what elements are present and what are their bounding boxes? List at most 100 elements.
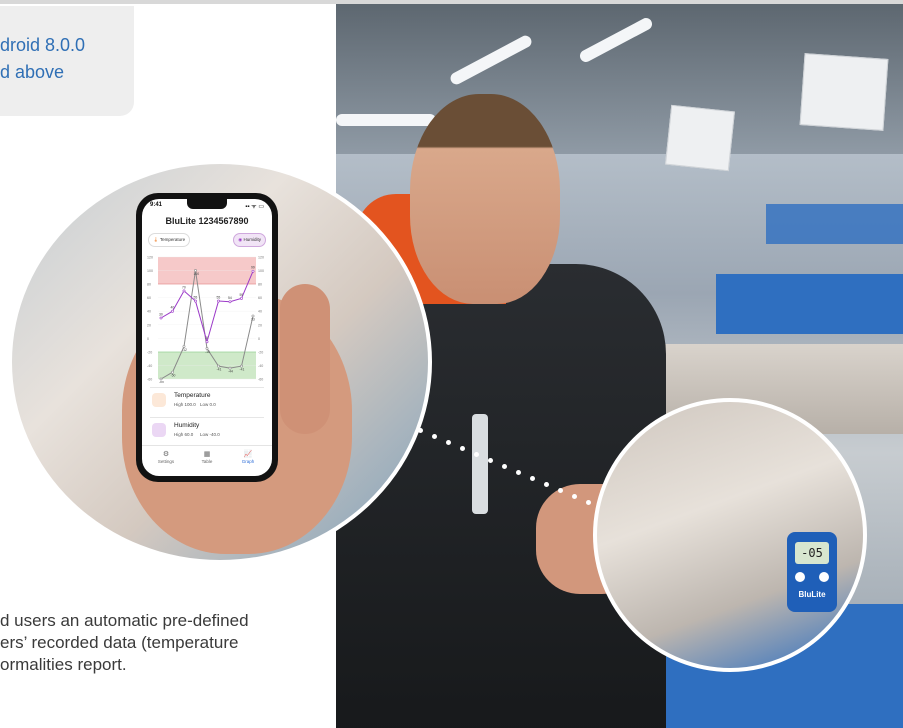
data-point: [194, 299, 197, 303]
data-label: 55: [194, 296, 198, 300]
man-head: [410, 94, 560, 304]
data-label: -12: [182, 348, 187, 352]
y-tick-label-left: 80: [147, 283, 151, 287]
y-tick-label-right: -40: [258, 364, 263, 368]
feature-description: d users an automatic pre-defined ers’ re…: [0, 610, 330, 676]
data-label: 100: [194, 272, 200, 276]
divider: [150, 387, 264, 388]
gear-icon: ⚙: [162, 451, 170, 458]
card-high: High 100.0: [174, 402, 196, 407]
temperature-card[interactable]: Temperature High 100.0 Low 0.0: [150, 391, 264, 417]
y-tick-label-left: 100: [147, 269, 153, 273]
hanging-sign: [665, 104, 735, 172]
data-label: 55: [217, 296, 221, 300]
tab-label: Settings: [157, 459, 175, 464]
y-tick-label-left: 20: [147, 323, 151, 327]
droplet-icon: [152, 423, 166, 437]
logger-closeup: -05 BluLite: [593, 398, 867, 672]
y-tick-label-left: -40: [147, 364, 152, 368]
data-label: -50: [171, 374, 176, 378]
phone-notch: [187, 199, 227, 209]
data-logger-device: -05 BluLite: [787, 532, 837, 612]
table-icon: ▦: [203, 451, 211, 458]
card-name: Temperature: [174, 392, 211, 399]
logger-display: -05: [795, 542, 829, 564]
jacket-zipper: [472, 414, 488, 514]
data-label: 99: [251, 266, 255, 270]
data-label: -44: [228, 370, 233, 374]
tab-settings[interactable]: ⚙ Settings: [146, 450, 186, 464]
card-low: Low 0.0: [200, 402, 216, 407]
app-title: BluLite 1234567890: [165, 216, 249, 226]
data-point: [182, 289, 186, 293]
card-name: Humidity: [174, 422, 200, 429]
graph-icon: 📈: [243, 451, 253, 458]
temperature-pill-label: Temperature: [159, 237, 186, 242]
y-tick-label-right: 40: [258, 310, 262, 314]
data-label: 59: [240, 293, 244, 297]
blue-crates: [766, 204, 903, 244]
y-tick-label-left: 40: [147, 310, 151, 314]
y-tick-label-right: 100: [258, 269, 264, 273]
requirements-line-1: droid 8.0.0: [0, 35, 86, 55]
divider: [150, 417, 264, 418]
data-label: -41: [240, 368, 245, 372]
y-tick-label-right: -60: [258, 378, 263, 382]
thermometer-icon: [152, 393, 166, 407]
data-point: [171, 309, 174, 313]
y-tick-label-left: 0: [147, 337, 149, 341]
humidity-pill-label: Humidity: [243, 237, 261, 242]
description-line-2: ers’ recorded data (temperature: [0, 633, 239, 652]
y-tick-label-left: 60: [147, 296, 151, 300]
tab-graph[interactable]: 📈 Graph: [228, 450, 268, 464]
hanging-sign: [799, 53, 889, 131]
blue-crates: [716, 274, 903, 334]
status-time: 9:41: [150, 202, 163, 208]
tab-label: Table: [201, 459, 213, 464]
data-label: -5: [205, 336, 208, 340]
data-label: -15: [205, 350, 210, 354]
description-line-1: d users an automatic pre-defined: [0, 611, 249, 630]
dual-line-chart: 120 100 80 60 40 20 0 -20 -40 -60 120 100 80 60 40 20 0 -…: [147, 256, 264, 384]
y-tick-label-left: 120: [147, 256, 153, 260]
data-label: -60: [159, 381, 164, 384]
y-tick-label-right: 60: [258, 296, 262, 300]
description-line-3: ormalities report.: [0, 655, 127, 674]
card-high: High 60.0: [174, 432, 194, 437]
logger-button: [819, 572, 829, 582]
status-indicators: ▪▪ ᯤ ▭: [245, 204, 264, 210]
data-label: 70: [182, 285, 186, 289]
bottom-tab-bar: ⚙ Settings ▦ Table 📈 Graph: [142, 445, 272, 476]
data-point: [205, 340, 209, 344]
y-tick-label-right: 80: [258, 283, 262, 287]
tab-label: Graph: [241, 459, 255, 464]
data-label: 54: [228, 296, 232, 300]
requirements-text: droid 8.0.0 d above: [0, 32, 85, 86]
data-point: [228, 300, 232, 304]
thermometer-icon: 🌡: [153, 237, 159, 242]
requirements-line-2: d above: [0, 62, 65, 82]
data-label: 33: [251, 317, 255, 321]
card-low: Low -40.0: [200, 432, 220, 437]
data-point: [217, 299, 220, 303]
y-tick-label-left: -20: [147, 350, 152, 354]
y-tick-label-right: 120: [258, 256, 264, 260]
data-point: [251, 269, 255, 273]
temperature-pill[interactable]: 🌡 Temperature: [148, 233, 191, 247]
smartphone: 9:41 ▪▪ ᯤ ▭ BluLite 1234567890 🌡 Tempera…: [136, 193, 278, 482]
y-tick-label-left: -60: [147, 378, 152, 382]
data-point: [240, 296, 243, 300]
y-tick-label-right: 20: [258, 323, 262, 327]
droplet-icon: ◉: [238, 237, 243, 242]
y-tick-label-right: -20: [258, 350, 263, 354]
data-label: 30: [159, 313, 163, 317]
y-tick-label-right: 0: [258, 337, 260, 341]
ceiling-light: [336, 114, 436, 126]
tab-table[interactable]: ▦ Table: [187, 450, 227, 464]
app-screen: 9:41 ▪▪ ᯤ ▭ BluLite 1234567890 🌡 Tempera…: [142, 199, 272, 476]
data-label: -41: [217, 368, 222, 372]
logger-brand: BluLite: [798, 590, 826, 599]
humidity-pill[interactable]: ◉ Humidity: [233, 233, 266, 247]
data-label: 40: [171, 306, 175, 310]
humidity-card[interactable]: Humidity High 60.0 Low -40.0: [150, 421, 264, 447]
